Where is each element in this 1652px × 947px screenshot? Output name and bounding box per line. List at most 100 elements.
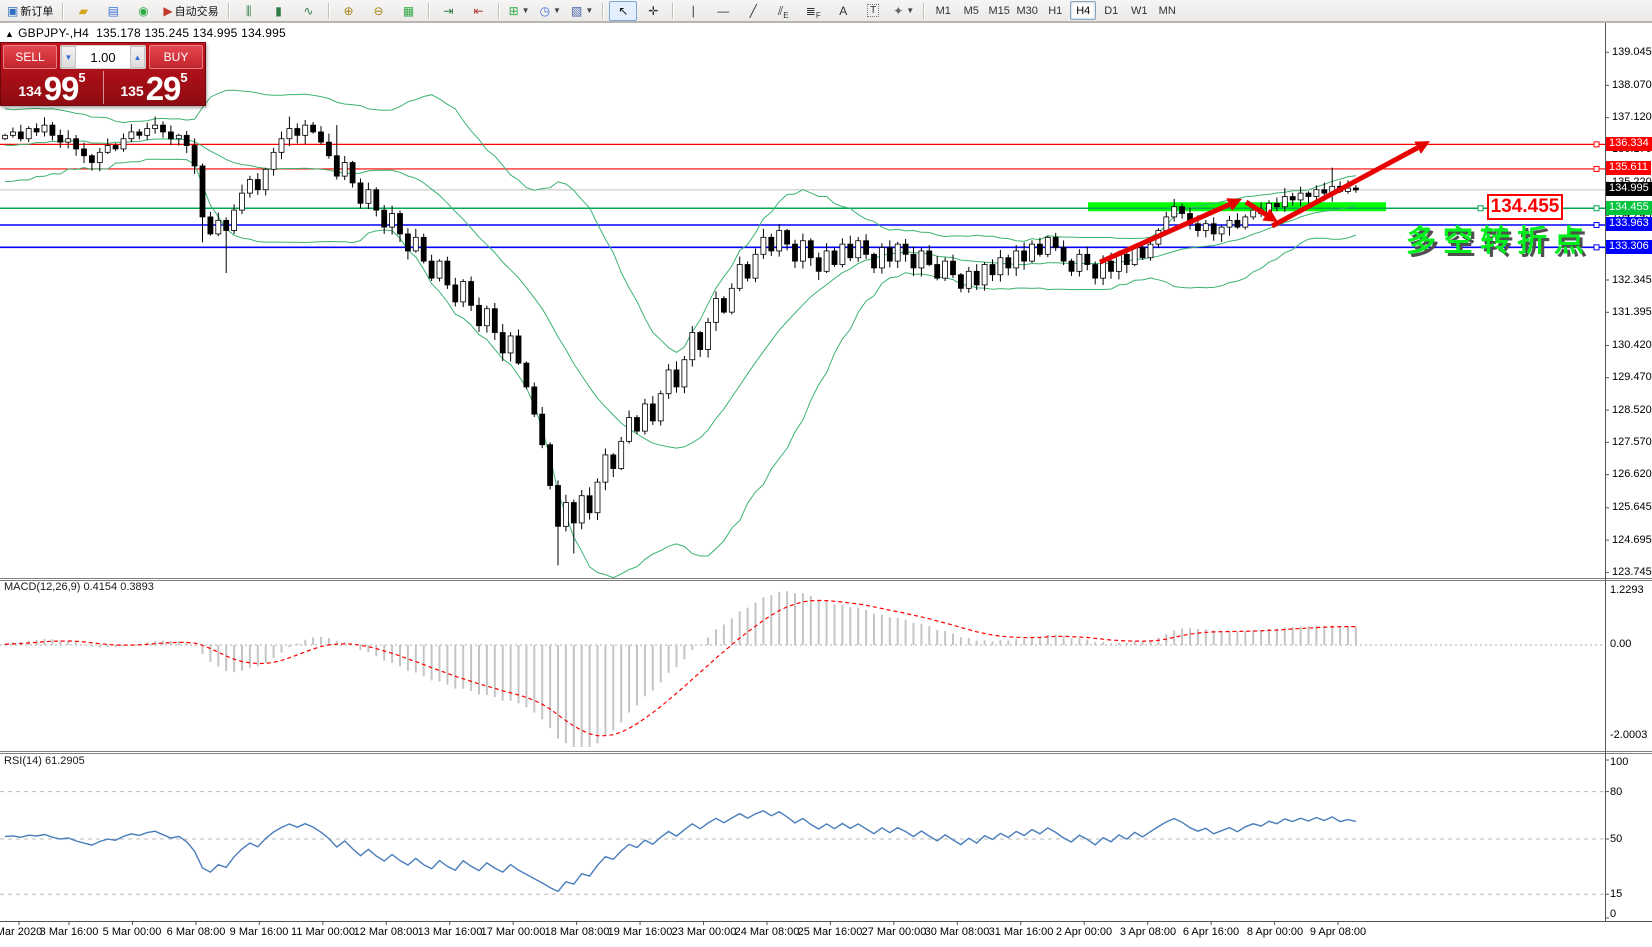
time-tick-label: 9 Mar 16:00: [230, 926, 289, 938]
autotrading-button[interactable]: ▶自动交易: [159, 1, 222, 21]
horizontal-line-button[interactable]: —: [709, 1, 737, 21]
periods-button[interactable]: ◷▼: [536, 1, 565, 21]
signals-button[interactable]: ◉: [129, 1, 157, 21]
crosshair-button[interactable]: ✛: [639, 1, 667, 21]
price-badge: 134.455: [1606, 201, 1652, 215]
dropdown-arrow-icon[interactable]: ▼: [906, 6, 914, 15]
line-handle-icon[interactable]: [1594, 142, 1599, 147]
time-tick-label: 8 Apr 00:00: [1247, 926, 1303, 938]
time-tick-label: 18 Mar 08:00: [545, 926, 610, 938]
macd-histogram: [5, 591, 1356, 747]
rsi-line: [5, 811, 1356, 892]
line-chart-button[interactable]: ∿: [295, 1, 323, 21]
candlestick-chart-button[interactable]: ▮: [265, 1, 293, 21]
timeframe-m1-button[interactable]: M1: [930, 1, 956, 20]
time-tick-label: 19 Mar 16:00: [608, 926, 673, 938]
volume-input[interactable]: [76, 46, 130, 68]
price-badge: 135.611: [1606, 161, 1651, 175]
tile-windows-button[interactable]: ▦: [395, 1, 423, 21]
fibonacci-icon: ≣: [806, 5, 816, 17]
templates-icon: ▧: [571, 5, 582, 17]
time-tick-label: 6 Mar 08:00: [167, 926, 226, 938]
ohlc-low: 134.995: [193, 26, 238, 40]
price-tick-label: 128.520: [1612, 404, 1652, 416]
price-tick-label: 125.645: [1612, 501, 1652, 513]
auto-scroll-icon: ⇥: [444, 5, 454, 17]
line-handle-icon[interactable]: [1478, 206, 1483, 211]
zoom-in-button[interactable]: ⊕: [335, 1, 363, 21]
volume-decrease-button[interactable]: ▼: [61, 46, 76, 68]
deposit-button[interactable]: ▰: [69, 1, 97, 21]
accounts-button[interactable]: ▤: [99, 1, 127, 21]
text-button[interactable]: A: [829, 1, 857, 21]
dropdown-arrow-icon[interactable]: ▼: [553, 6, 561, 15]
chart-canvas[interactable]: [0, 0, 1652, 947]
buy-button[interactable]: BUY: [149, 45, 203, 69]
timeframe-d1-button[interactable]: D1: [1098, 1, 1124, 20]
ohlc-open: 135.178: [96, 26, 141, 40]
pivot-note-text[interactable]: 多空转折点: [1406, 216, 1591, 260]
line-handle-icon[interactable]: [1594, 222, 1599, 227]
indicators-button[interactable]: ⊞▼: [505, 1, 534, 21]
horizontal-line-icon: —: [717, 5, 729, 17]
dropdown-arrow-icon[interactable]: ▼: [585, 6, 593, 15]
rsi-scale-label: 0: [1610, 908, 1616, 920]
trend-arrow[interactable]: [1272, 148, 1418, 226]
timeframe-m5-button[interactable]: M5: [958, 1, 984, 20]
ohlc-high: 135.245: [144, 26, 189, 40]
zoom-out-button[interactable]: ⊖: [365, 1, 393, 21]
timeframe-m30-button[interactable]: M30: [1014, 1, 1040, 20]
volume-increase-button[interactable]: ▲: [130, 46, 145, 68]
bollinger-middle-band: [5, 139, 1356, 448]
time-tick-label: 6 Apr 16:00: [1183, 926, 1239, 938]
new-order-button[interactable]: ▣新订单: [3, 1, 57, 21]
vertical-line-button[interactable]: ∣: [679, 1, 707, 21]
time-tick-label: 3 Mar 16:00: [40, 926, 99, 938]
sell-price[interactable]: 134 99 5: [1, 69, 103, 107]
cursor-button[interactable]: ↖: [609, 1, 637, 21]
rsi-scale-label: 80: [1610, 786, 1622, 798]
main-toolbar: ▣新订单▰▤◉▶自动交易⫼▮∿⊕⊖▦⇥⇤⊞▼◷▼▧▼↖✛∣—╱⫽E≣FAT✦▼M…: [0, 0, 1652, 22]
price-tick-label: 137.120: [1612, 111, 1652, 123]
rsi-scale-label: 50: [1610, 833, 1622, 845]
fibonacci-button[interactable]: ≣F: [799, 1, 827, 21]
symbol-name: GBPJPY-,H4: [18, 26, 89, 40]
templates-button[interactable]: ▧▼: [567, 1, 597, 21]
text-label-button[interactable]: T: [859, 1, 887, 21]
line-handle-icon[interactable]: [1594, 206, 1599, 211]
one-click-trading-panel: SELL ▼ ▲ BUY 134 99 5 135 29 5: [0, 42, 206, 106]
timeframe-w1-button[interactable]: W1: [1126, 1, 1152, 20]
timeframe-h1-button[interactable]: H1: [1042, 1, 1068, 20]
autotrading-icon: ▶: [163, 5, 172, 17]
time-tick-label: 25 Mar 16:00: [798, 926, 863, 938]
toolbar-separator: [228, 3, 230, 19]
collapse-panel-icon[interactable]: ▲: [5, 29, 14, 39]
bar-chart-button[interactable]: ⫼: [235, 1, 263, 21]
price-badge: 133.306: [1606, 240, 1652, 254]
sell-button[interactable]: SELL: [3, 45, 57, 69]
line-handle-icon[interactable]: [1594, 245, 1599, 250]
timeframe-m15-button[interactable]: M15: [986, 1, 1012, 20]
buy-price[interactable]: 135 29 5: [103, 69, 205, 107]
price-badge: 136.334: [1606, 137, 1652, 151]
time-tick-label: 24 Mar 08:00: [735, 926, 800, 938]
price-tick-label: 126.620: [1612, 468, 1652, 480]
auto-scroll-button[interactable]: ⇥: [435, 1, 463, 21]
equidistant-channel-button[interactable]: ⫽E: [769, 1, 797, 21]
candlesticks: [3, 117, 1359, 566]
chart-shift-button[interactable]: ⇤: [465, 1, 493, 21]
price-tick-label: 129.470: [1612, 371, 1652, 383]
line-handle-icon[interactable]: [1594, 166, 1599, 171]
vertical-line-icon: ∣: [690, 5, 696, 17]
timeframe-mn-button[interactable]: MN: [1154, 1, 1180, 20]
trendline-button[interactable]: ╱: [739, 1, 767, 21]
buy-price-point: 5: [180, 71, 187, 84]
timeframe-h4-button[interactable]: H4: [1070, 1, 1096, 20]
dropdown-arrow-icon[interactable]: ▼: [522, 6, 530, 15]
sell-price-point: 5: [78, 71, 85, 84]
arrows-button[interactable]: ✦▼: [889, 1, 918, 21]
text-icon: A: [839, 5, 847, 17]
trend-arrow[interactable]: [1100, 205, 1229, 263]
time-tick-label: 11 Mar 00:00: [291, 926, 355, 938]
toolbar-separator: [498, 3, 500, 19]
